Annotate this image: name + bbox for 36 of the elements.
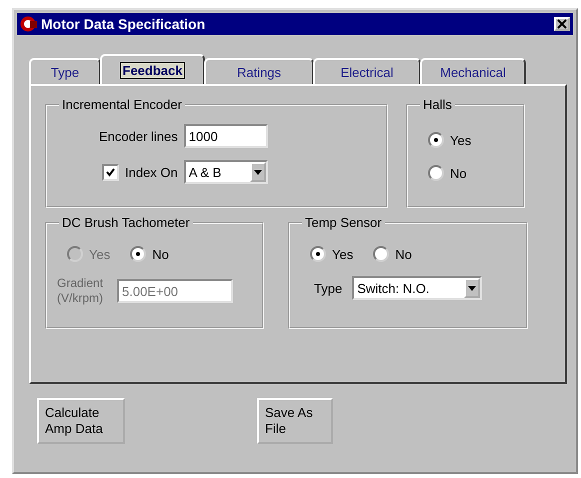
field-label: Gradient (V/krpm) [57,276,104,306]
tab[interactable]: Type [29,58,101,84]
field-label: Encoder lines [99,128,178,144]
tab[interactable]: Mechanical [420,58,526,84]
radio-label: Yes [450,132,472,148]
radio-label: No [152,246,169,262]
checkbox[interactable] [102,164,119,180]
radio-button[interactable] [373,246,390,262]
app-logo-icon [20,15,38,33]
tab[interactable]: Feedback [100,54,205,84]
tab[interactable]: Electrical [313,58,421,84]
group-title: Halls [420,97,455,112]
radio-button[interactable] [130,246,146,262]
dropdown[interactable]: Switch: N.O. [352,276,482,300]
radio-button[interactable] [428,132,444,148]
radio-button[interactable] [310,246,326,262]
dropdown-arrow-icon [468,286,476,290]
button[interactable]: Calculate Amp Data [37,398,125,444]
radio-label: Yes [89,246,110,262]
window-title: Motor Data Specification [41,16,206,32]
input-field[interactable]: 1000 [184,124,268,148]
button[interactable]: Save As File [257,398,333,444]
radio-label: No [450,166,467,180]
dropdown-arrow-icon [254,170,262,174]
radio-button[interactable] [428,165,444,181]
group-title: Temp Sensor [302,215,385,230]
group-title: DC Brush Tachometer [59,215,193,230]
radio-label: Yes [332,246,354,262]
checkbox-label: Index On [125,164,178,180]
tab[interactable]: Ratings [204,58,314,84]
radio-label: No [395,246,412,262]
close-button[interactable] [554,17,570,31]
dropdown[interactable]: A & B [184,160,268,184]
field-label: Type [314,280,342,296]
checkmark-icon [106,168,115,176]
group-title: Incremental Encoder [59,97,185,112]
